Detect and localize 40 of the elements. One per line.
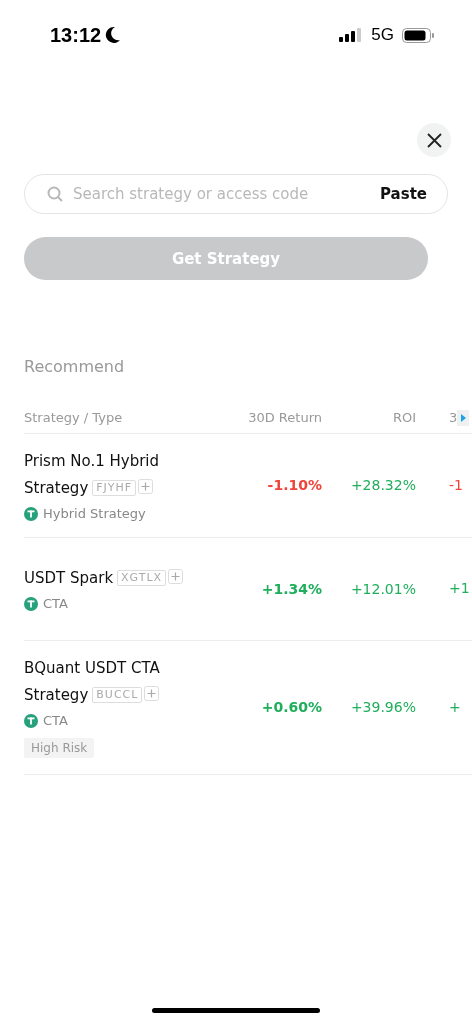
strategy-type: Hybrid Strategy	[43, 506, 146, 521]
strategy-code: XGTLX	[117, 570, 167, 586]
tether-icon	[24, 713, 38, 728]
return-value: +1.34%	[261, 580, 322, 597]
column-header: 3	[449, 410, 458, 425]
network-label: 5G	[371, 25, 394, 45]
return-value: +39.96%	[350, 699, 416, 715]
strategy-code: BUCCL	[92, 687, 143, 703]
strategy-type: CTA	[43, 713, 68, 728]
tether-icon	[24, 596, 38, 611]
signal-icon	[339, 28, 364, 42]
add-icon[interactable]	[168, 569, 184, 584]
strategy-type: CTA	[43, 596, 68, 611]
section-title: Recommend	[24, 357, 126, 376]
strategy-name[interactable]: BQuant USDT CTA Strategy BUCCL	[24, 655, 214, 709]
return-value: +	[449, 698, 461, 715]
return-value: -1	[449, 476, 463, 493]
moon-icon	[105, 26, 122, 44]
add-icon[interactable]	[144, 686, 160, 701]
return-value: +1	[449, 580, 470, 596]
scroll-right-icon[interactable]	[457, 409, 470, 426]
risk-tag: High Risk	[24, 738, 95, 758]
strategy-name[interactable]: Prism No.1 Hybrid Strategy FJYHF	[24, 448, 214, 502]
return-value: +28.32%	[350, 477, 416, 493]
paste-button[interactable]: Paste	[380, 185, 427, 203]
add-icon[interactable]	[138, 479, 154, 494]
column-header: ROI	[392, 410, 416, 425]
close-button[interactable]	[417, 123, 451, 157]
close-icon	[426, 132, 442, 148]
return-value: -1.10%	[267, 477, 322, 493]
return-value: +0.60%	[261, 699, 322, 715]
column-header: Strategy / Type	[24, 410, 123, 425]
strategy-code: FJYHF	[92, 480, 137, 496]
return-value: +12.01%	[350, 580, 416, 597]
tether-icon	[24, 506, 38, 521]
search-icon	[47, 186, 63, 202]
strategy-name[interactable]: USDT Spark XGTLX	[24, 565, 214, 592]
column-header: 30D Return	[248, 410, 322, 425]
battery-icon	[402, 27, 434, 43]
status-time: 13:12	[50, 23, 102, 47]
